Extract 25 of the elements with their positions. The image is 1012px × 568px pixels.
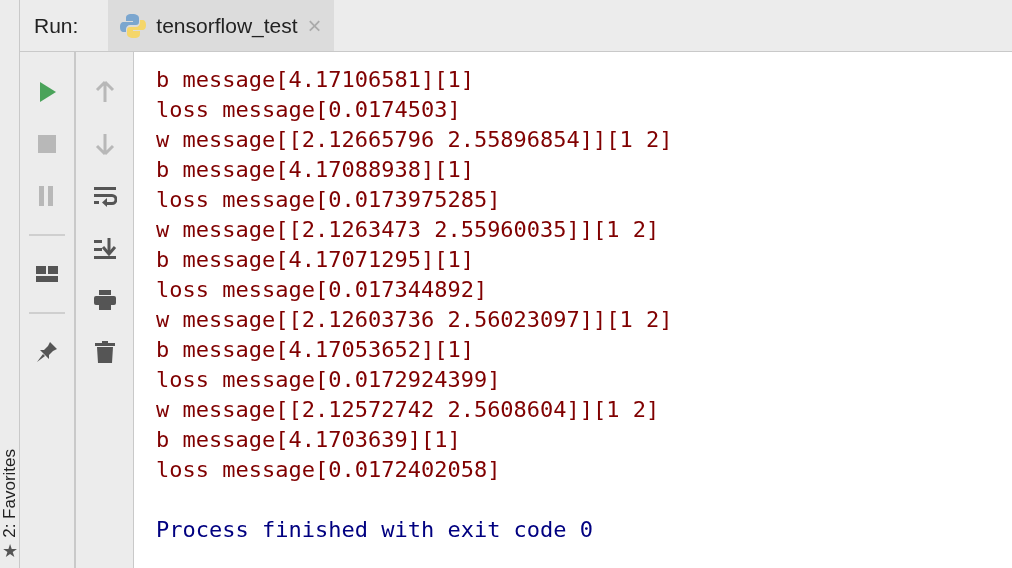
console-line: w message[[2.1263473 2.55960035]][1 2] — [156, 216, 660, 244]
console-line: loss message[0.0172402058] — [156, 456, 501, 484]
print-icon[interactable] — [92, 288, 117, 312]
console-line: loss message[0.0173975285] — [156, 186, 501, 214]
exit-message: Process finished with exit code 0 — [156, 516, 594, 544]
scroll-to-end-icon[interactable] — [92, 236, 117, 260]
console-line: loss message[0.017344892] — [156, 276, 488, 304]
python-icon — [120, 12, 147, 39]
run-label: Run: — [33, 12, 80, 39]
console-line: w message[[2.12665796 2.55896854]][1 2] — [156, 126, 673, 154]
wrap-icon[interactable] — [92, 184, 117, 208]
console-line: b message[4.17106581][1] — [156, 66, 474, 94]
console-line: loss message[0.0174503] — [156, 96, 461, 124]
pin-icon[interactable] — [35, 340, 59, 364]
star-icon: ★ — [1, 542, 18, 560]
console-line: b message[4.17071295][1] — [156, 246, 474, 274]
console-line: w message[[2.12572742 2.5608604]][1 2] — [156, 396, 660, 424]
console-line: b message[4.17053652][1] — [156, 336, 474, 364]
console-line: loss message[0.0172924399] — [156, 366, 501, 394]
console-line: b message[4.17088938][1] — [156, 156, 474, 184]
run-tab[interactable]: tensorflow_test × — [108, 0, 334, 51]
console-line: b message[4.1703639][1] — [156, 426, 461, 454]
favorites-tab[interactable]: 2: Favorites — [0, 449, 20, 538]
console-line: w message[[2.12603736 2.56023097]][1 2] — [156, 306, 673, 334]
trash-icon[interactable] — [92, 340, 117, 364]
